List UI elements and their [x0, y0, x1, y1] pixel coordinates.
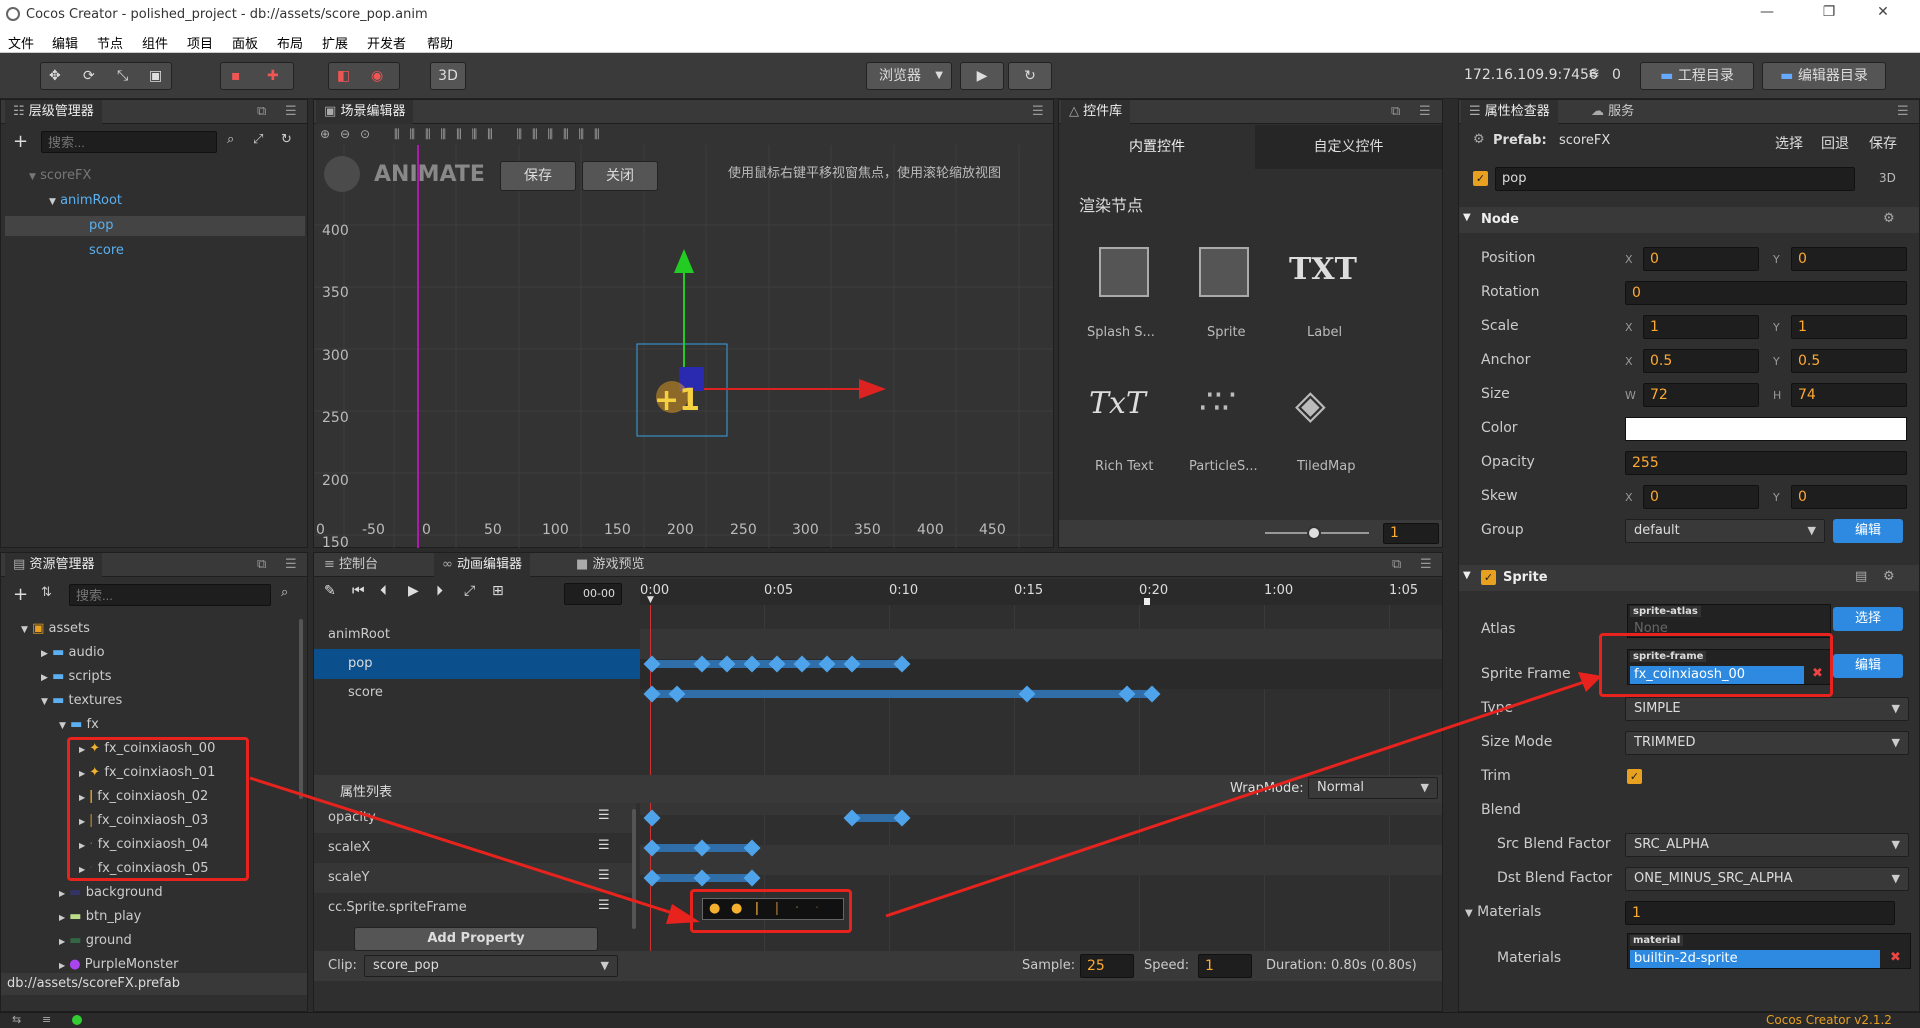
annotation-arrows — [249, 672, 1602, 924]
connection-status-icon — [72, 1015, 82, 1025]
database-icon[interactable]: ≡ — [42, 1013, 51, 1026]
version-label: Cocos Creator v2.1.2 — [1766, 1013, 1892, 1027]
status-bar: ⇆ ≡ Cocos Creator v2.1.2 — [0, 1012, 1920, 1028]
sync-icon[interactable]: ⇆ — [12, 1013, 21, 1026]
